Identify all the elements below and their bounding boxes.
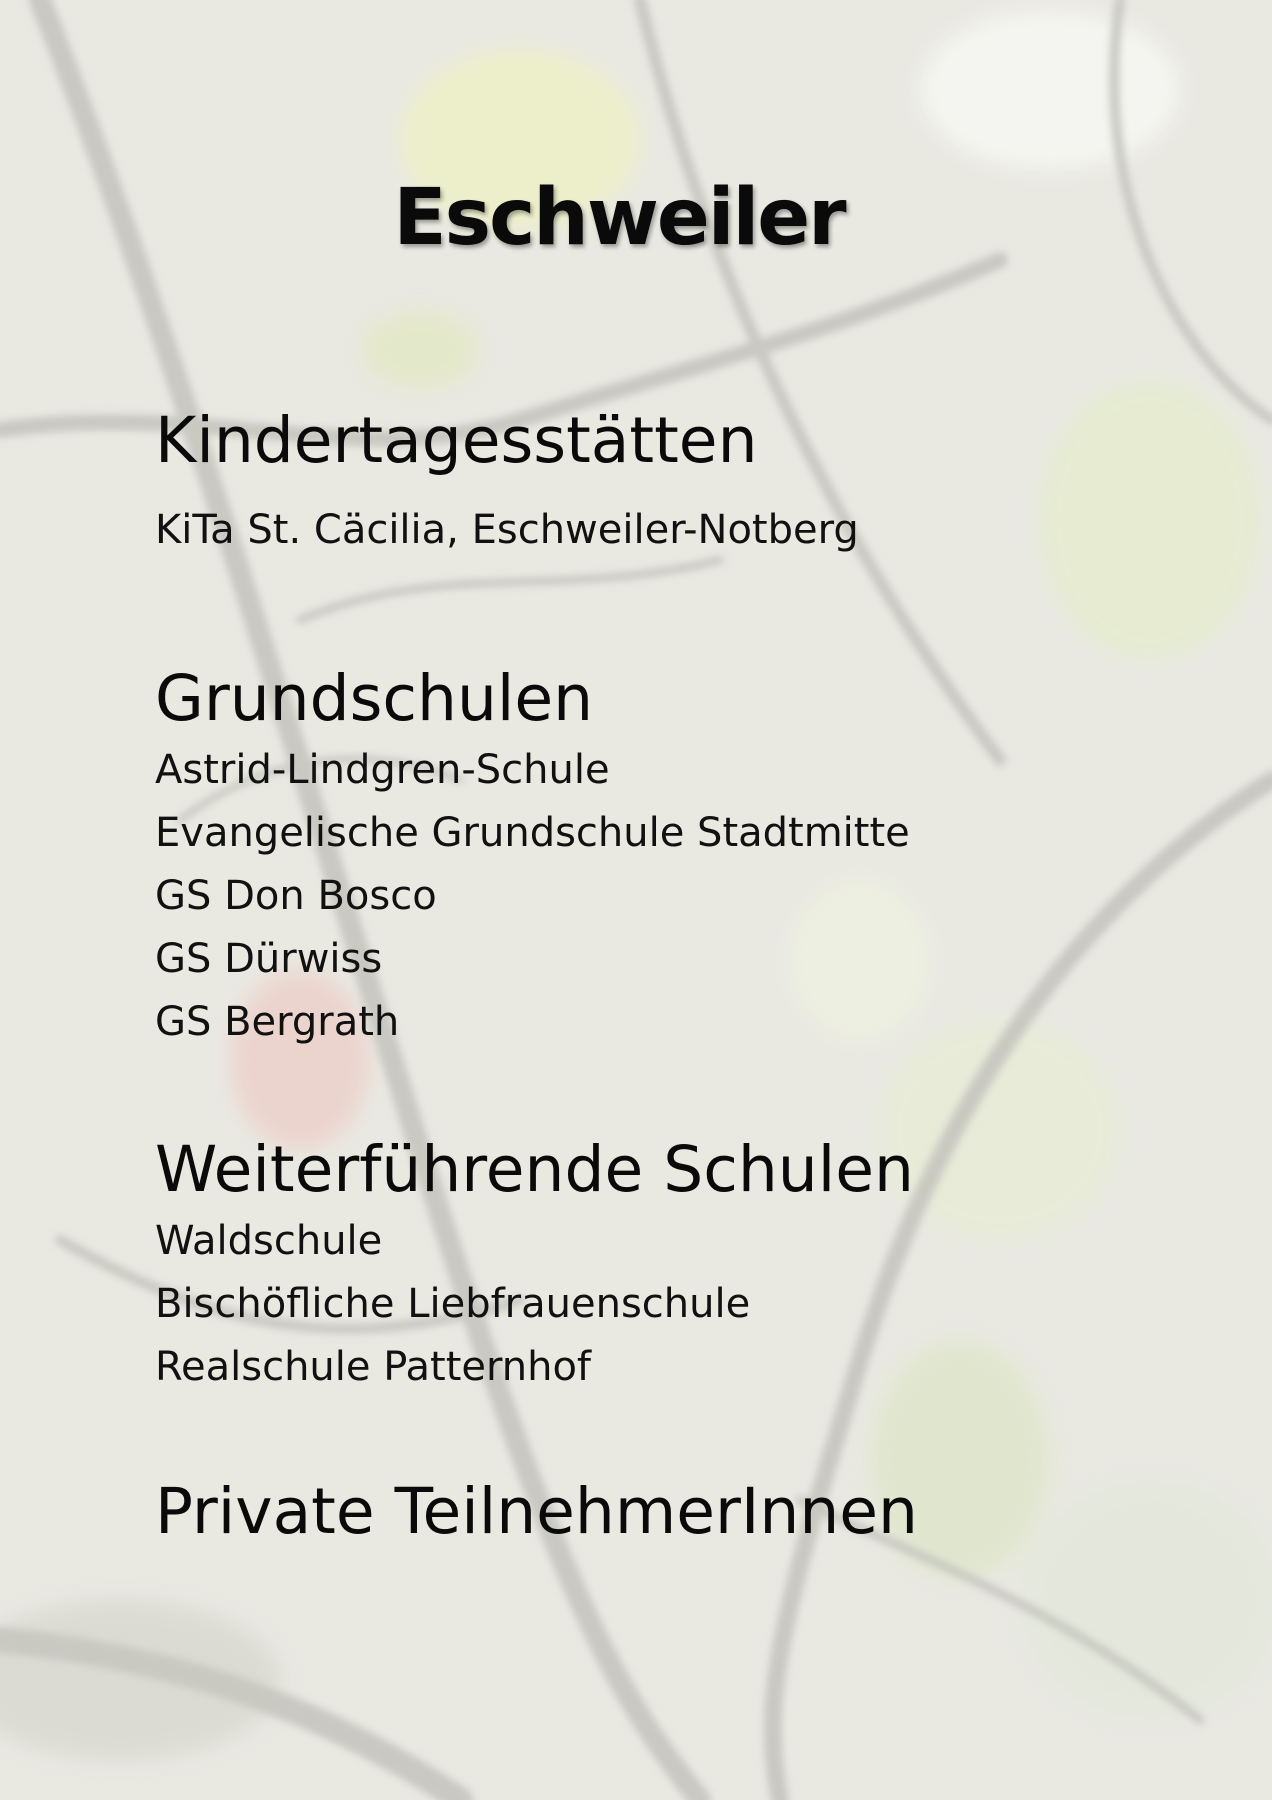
section-heading: Kindertagesstätten xyxy=(155,404,758,477)
document-page: Eschweiler Kindertagesstätten KiTa St. C… xyxy=(0,0,1272,1800)
list-item: Bischöfliche Liebfrauenschule xyxy=(155,1281,751,1327)
section-heading: Private TeilnehmerInnen xyxy=(155,1475,918,1548)
list-item: Waldschule xyxy=(155,1218,383,1264)
list-item: GS Dürwiss xyxy=(155,936,383,982)
section-weiterfuehrende-schulen: Weiterführende Schulen Waldschule Bischö… xyxy=(155,1130,914,1399)
section-heading: Weiterführende Schulen xyxy=(155,1133,914,1206)
section-heading: Grundschulen xyxy=(155,662,594,735)
list-item: KiTa St. Cäcilia, Eschweiler-Notberg xyxy=(155,507,859,553)
section-private-teilnehmerinnen: Private TeilnehmerInnen xyxy=(155,1472,918,1552)
list-item: GS Bergrath xyxy=(155,999,400,1045)
section-grundschulen: Grundschulen Astrid-Lindgren-Schule Evan… xyxy=(155,659,910,1054)
list-item: Astrid-Lindgren-Schule xyxy=(155,747,610,793)
page-title: Eschweiler xyxy=(393,173,846,263)
list-item: Realschule Patternhof xyxy=(155,1344,592,1390)
list-item: GS Don Bosco xyxy=(155,873,437,919)
section-kindertagesstaetten: Kindertagesstätten KiTa St. Cäcilia, Esc… xyxy=(155,401,859,562)
list-item: Evangelische Grundschule Stadtmitte xyxy=(155,810,910,856)
